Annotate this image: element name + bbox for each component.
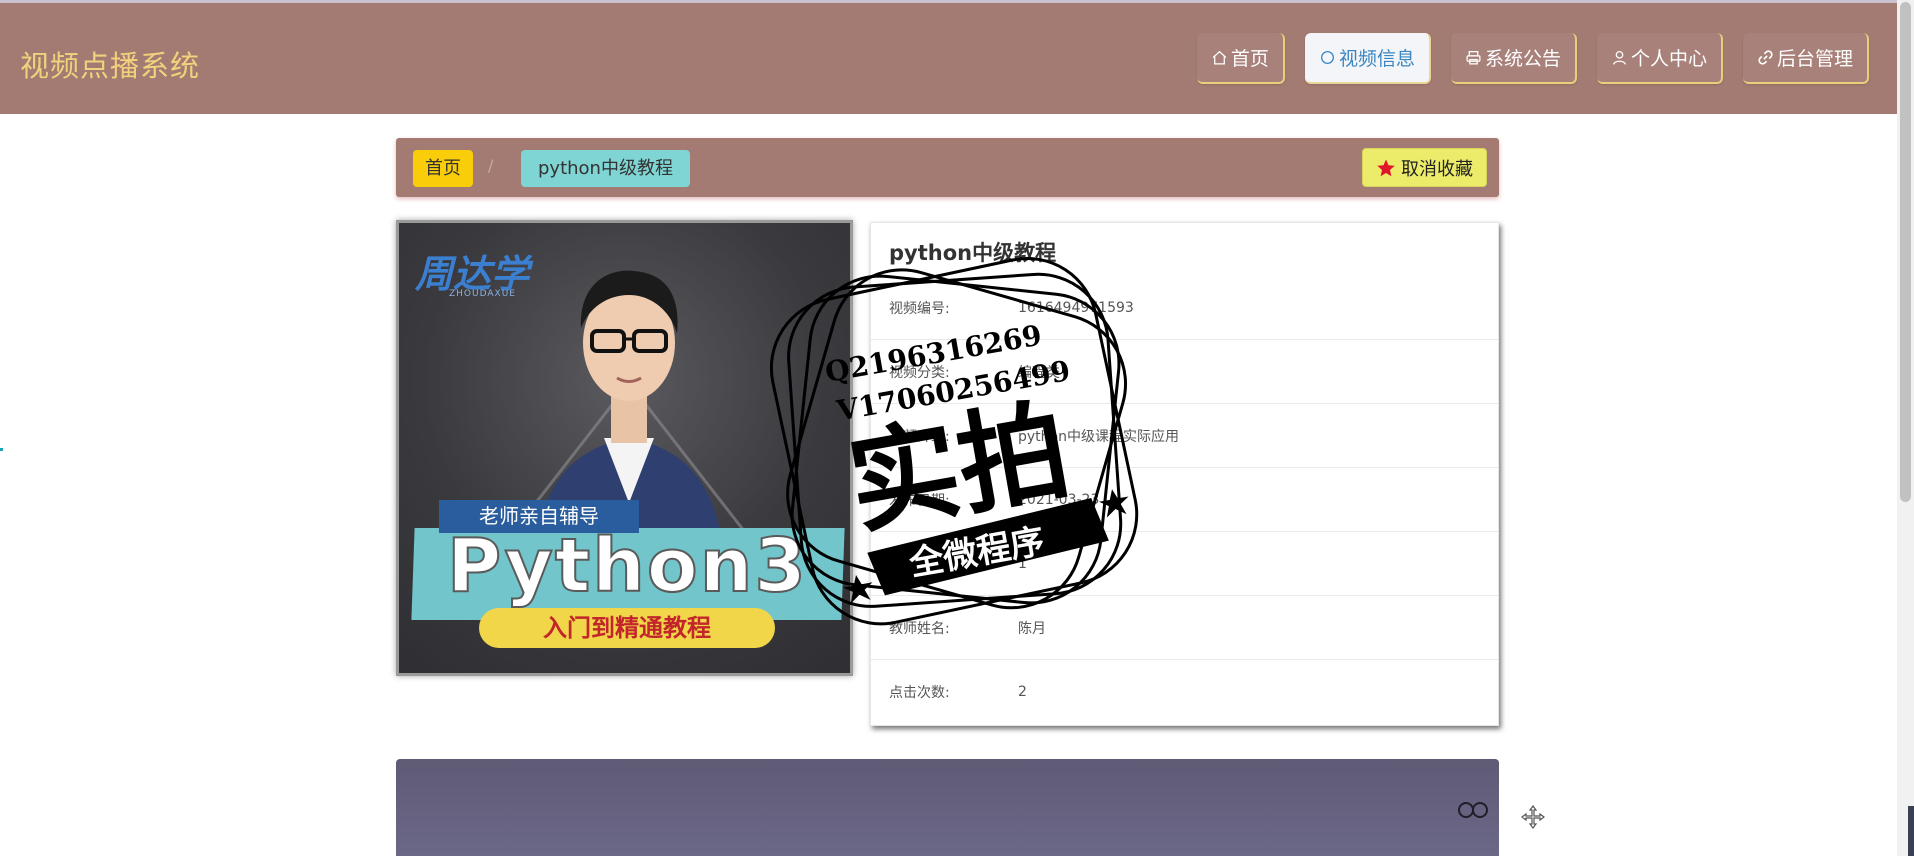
info-value: 1 [1018,555,1027,572]
nav-video-info-label: 视频信息 [1338,48,1415,70]
star-icon [1377,159,1395,176]
scrollbar-thumb[interactable] [1900,2,1911,502]
info-row-category: 视频分类: 编程类 [871,340,1498,404]
nav-personal-center[interactable]: 个人中心 [1596,33,1723,84]
info-label: 视频编号: [889,300,950,317]
info-row-teacher-name: 教师姓名: 陈月 [871,596,1498,660]
video-info-panel: python中级教程 视频编号: 1616494971593 视频分类: 编程类… [870,222,1499,726]
breadcrumb-home[interactable]: 首页 [413,150,473,187]
nav-announcements[interactable]: 系统公告 [1450,33,1577,84]
info-row-publish-date: 发布日期: 2021-03-23 [871,468,1498,532]
video-poster: 周达学 ZHOUDAXUE 老师亲自辅导 Python3 入门到精通教程 [396,220,853,676]
cancel-favorite-label: 取消收藏 [1401,158,1473,180]
cancel-favorite-button[interactable]: 取消收藏 [1362,148,1487,187]
circle-icon [1320,51,1334,64]
info-value: 2021-03-23 [1018,491,1100,508]
nav-admin[interactable]: 后台管理 [1742,33,1869,84]
info-label: 点击次数: [889,685,950,701]
nav-admin-label: 后台管理 [1776,48,1853,70]
poster-logo-sub: ZHOUDAXUE [449,289,516,299]
nav-video-info[interactable]: 视频信息 [1304,33,1431,84]
nav-personal-center-label: 个人中心 [1630,48,1707,70]
home-icon [1212,50,1227,65]
poster-title: Python3 [446,522,808,610]
info-value: python中级课程实际应用 [1018,428,1179,445]
breadcrumb: 首页 / python中级教程 取消收藏 [396,138,1499,197]
info-row-description: 视频介绍: python中级课程实际应用 [871,404,1498,468]
site-brand[interactable]: 视频点播系统 [20,43,200,85]
breadcrumb-current: python中级教程 [521,150,690,187]
info-row-teacher-id: 教师工号: 1 [871,532,1498,596]
info-value: 陈月 [1018,620,1046,637]
info-label: 视频分类: [889,364,950,381]
info-label: 教师姓名: [889,620,950,637]
info-row-video-id: 视频编号: 1616494971593 [871,276,1498,340]
user-icon [1612,51,1626,65]
info-label: 发布日期: [889,492,950,509]
page-scrollbar[interactable] [1897,0,1914,856]
breadcrumb-separator: / [488,156,494,175]
link-icon [1758,50,1773,65]
info-list: 视频编号: 1616494971593 视频分类: 编程类 视频介绍: pyth… [871,276,1498,724]
info-value: 编程类 [1018,364,1060,381]
move-cursor-icon [1521,805,1545,829]
printer-icon [1466,51,1481,65]
nav-announcements-label: 系统公告 [1484,48,1561,70]
info-label: 教师工号: [889,556,950,573]
info-label: 视频介绍: [889,428,950,445]
loop-icon[interactable] [1457,801,1489,819]
nav-home[interactable]: 首页 [1196,33,1285,84]
info-row-click-count: 点击次数: 2 [871,660,1498,724]
video-title: python中级教程 [889,241,1057,265]
nav-home-label: 首页 [1230,48,1269,70]
top-header: 视频点播系统 首页 视频信息 系统公告 个人中心 后台管理 [0,0,1897,114]
main-nav: 首页 视频信息 系统公告 个人中心 后台管理 [1196,33,1869,84]
info-value: 1616494971593 [1018,299,1134,316]
poster-subtitle: 入门到精通教程 [479,608,775,648]
info-value: 2 [1018,684,1027,700]
video-player[interactable] [396,759,1499,856]
